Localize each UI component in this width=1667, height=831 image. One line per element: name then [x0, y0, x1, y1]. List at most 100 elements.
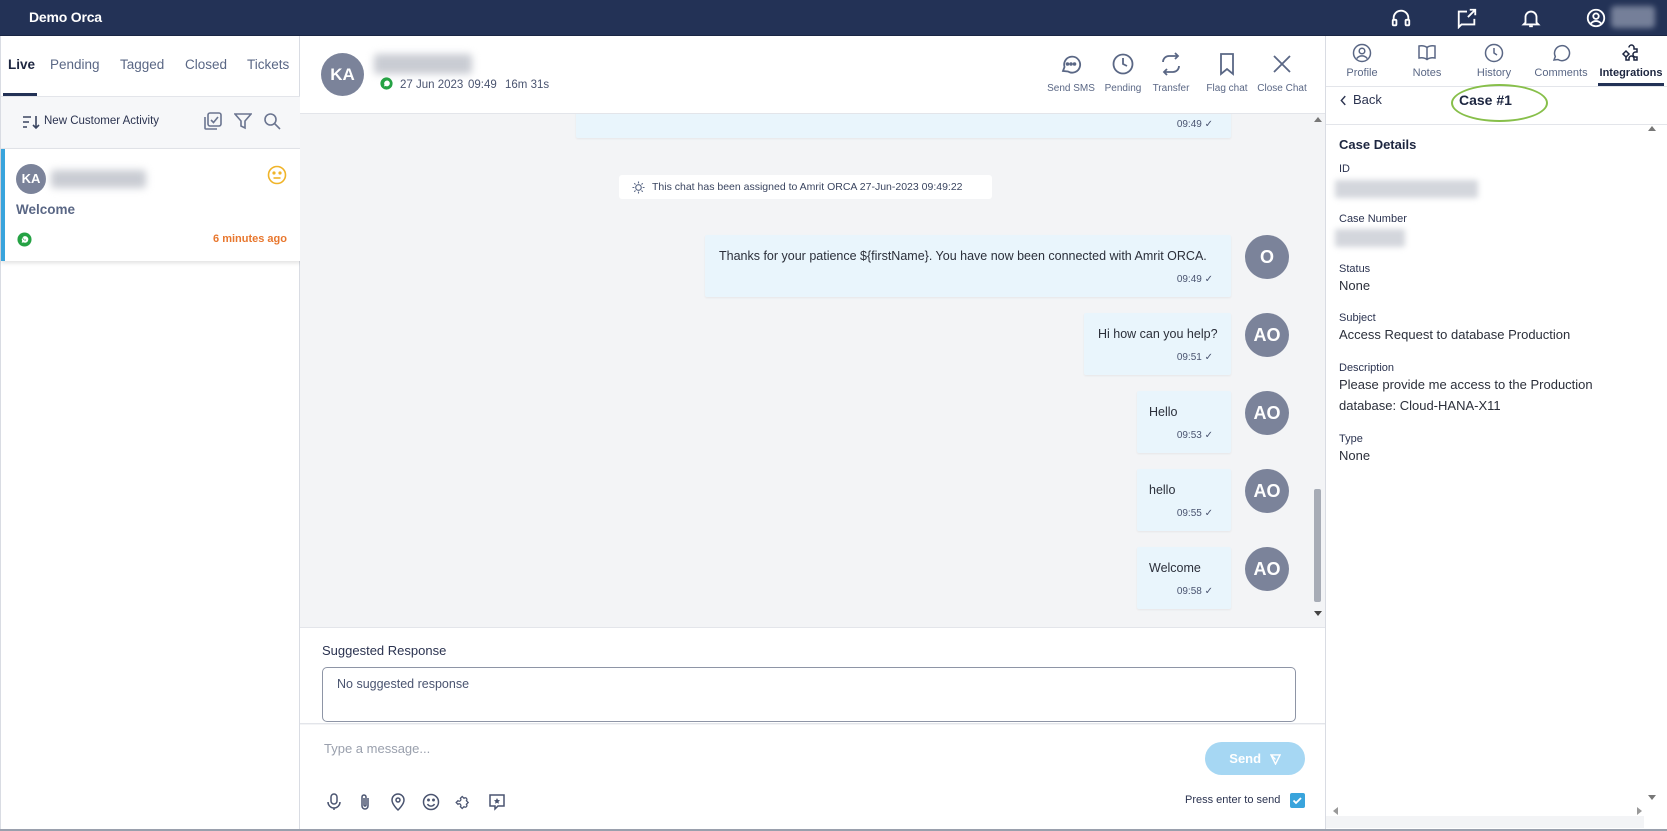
user-name-redacted — [1611, 6, 1655, 28]
send-label: Send — [1229, 751, 1262, 766]
message-time: 09:51 ✓ — [1176, 352, 1213, 363]
transfer-button[interactable]: Transfer — [1143, 52, 1199, 94]
tab-integrations[interactable]: Integrations — [1598, 43, 1664, 79]
customer-info-panel: Profile Notes History Comments Integrati… — [1325, 36, 1667, 831]
headset-icon[interactable] — [1390, 7, 1412, 29]
description-value-line1: Please provide me access to the Producti… — [1339, 377, 1593, 392]
search-icon[interactable] — [263, 112, 281, 130]
close-chat-label: Close Chat — [1257, 83, 1307, 94]
message-bubble: Hi how can you help? 09:51 ✓ — [1084, 313, 1231, 375]
close-chat-button[interactable]: Close Chat — [1254, 52, 1310, 94]
tab-notes[interactable]: Notes — [1394, 43, 1460, 79]
message-input[interactable] — [324, 741, 1104, 756]
message-text: Thanks for your patience ${firstName}. Y… — [719, 249, 1207, 263]
tab-history[interactable]: History — [1461, 43, 1527, 79]
system-note: This chat has been assigned to Amrit ORC… — [619, 175, 992, 199]
system-note-text: This chat has been assigned to Amrit ORC… — [652, 181, 963, 193]
message-text: Hello — [1149, 405, 1178, 419]
brand-title: Demo Orca — [29, 9, 102, 25]
description-label: Description — [1339, 362, 1395, 374]
tab-closed[interactable]: Closed — [185, 57, 227, 72]
agent-avatar: AO — [1245, 391, 1289, 435]
active-tab-indicator — [3, 93, 37, 96]
filter-bar: New Customer Activity — [1, 97, 301, 149]
send-sms-button[interactable]: Send SMS — [1043, 52, 1099, 94]
agent-avatar: AO — [1245, 313, 1289, 357]
sort-icon[interactable] — [22, 114, 40, 130]
case-details-title: Case Details — [1339, 137, 1417, 152]
tab-tagged[interactable]: Tagged — [120, 57, 164, 72]
scroll-down-arrow[interactable] — [1314, 611, 1322, 616]
message-text: hello — [1149, 483, 1176, 497]
checkmark-icon — [1292, 797, 1302, 805]
last-message: Welcome — [16, 202, 76, 217]
bookmark-icon — [1220, 53, 1234, 76]
send-sms-label: Send SMS — [1047, 83, 1095, 94]
tab-comments[interactable]: Comments — [1528, 43, 1594, 79]
tab-live[interactable]: Live — [8, 57, 35, 72]
last-activity-time: 6 minutes ago — [213, 233, 287, 245]
clock-icon — [1112, 53, 1134, 75]
case-details: Case Details ID Case Number Status None … — [1326, 125, 1656, 825]
enter-to-send-label: Press enter to send — [1185, 794, 1281, 806]
select-all-icon[interactable] — [204, 112, 222, 130]
sort-label[interactable]: New Customer Activity — [44, 115, 159, 127]
details-scroll-right-arrow[interactable] — [1637, 807, 1642, 815]
suggested-response-box[interactable]: No suggested response — [322, 667, 1296, 722]
message-bubble: Welcome 09:58 ✓ — [1137, 547, 1231, 609]
case-number-label: Case Number — [1339, 213, 1407, 225]
message-bubble: Thanks for your patience ${firstName}. Y… — [705, 235, 1231, 297]
case-number-redacted — [1335, 229, 1405, 247]
export-chat-icon[interactable] — [1456, 7, 1478, 29]
comment-icon — [1552, 44, 1571, 62]
status-label: Status — [1339, 263, 1371, 275]
active-chat-bar — [1, 149, 5, 261]
chat-start-time: 09:49 — [468, 79, 497, 91]
flag-chat-button[interactable]: Flag chat — [1199, 52, 1255, 94]
location-pin-icon[interactable] — [389, 793, 407, 811]
tab-pending[interactable]: Pending — [50, 57, 100, 72]
avatar: KA — [16, 164, 46, 194]
attachment-icon[interactable] — [356, 793, 374, 811]
details-scroll-left-arrow[interactable] — [1333, 807, 1338, 815]
sun-icon — [632, 181, 645, 194]
details-scroll-down-arrow[interactable] — [1648, 795, 1656, 800]
details-scroll-up-arrow[interactable] — [1648, 126, 1656, 131]
canned-response-icon[interactable] — [488, 793, 506, 811]
scrollbar-thumb[interactable] — [1314, 489, 1321, 602]
profile-icon — [1352, 43, 1372, 63]
transfer-arrows-icon — [1162, 52, 1180, 76]
back-button[interactable]: Back — [1340, 92, 1382, 107]
book-icon — [1418, 45, 1436, 61]
filter-icon[interactable] — [234, 112, 252, 130]
subject-label: Subject — [1339, 312, 1376, 324]
agent-avatar: AO — [1245, 547, 1289, 591]
chat-status-tabs: Live Pending Tagged Closed Tickets — [1, 36, 301, 97]
message-list[interactable]: 09:49 ✓ This chat has been assigned to A… — [300, 114, 1325, 627]
microphone-icon[interactable] — [325, 793, 343, 811]
back-label: Back — [1353, 92, 1382, 107]
message-bubble: Hello 09:53 ✓ — [1137, 391, 1231, 453]
agent-avatar: AO — [1245, 469, 1289, 513]
tab-profile[interactable]: Profile — [1329, 43, 1395, 79]
tab-tickets[interactable]: Tickets — [247, 57, 289, 72]
enter-to-send-checkbox[interactable] — [1290, 793, 1305, 808]
bell-icon[interactable] — [1520, 7, 1542, 29]
case-title: Case #1 — [1459, 92, 1512, 108]
customer-name-redacted — [374, 54, 472, 74]
details-horizontal-scrollbar[interactable] — [1326, 816, 1644, 828]
clock-icon — [1484, 43, 1504, 63]
close-icon — [1273, 55, 1291, 73]
puzzle-icon[interactable] — [455, 793, 473, 811]
emoji-icon[interactable] — [422, 793, 440, 811]
suggested-response-title: Suggested Response — [322, 643, 447, 658]
chat-list-item[interactable]: KA Welcome 6 minutes ago — [1, 149, 301, 261]
status-value: None — [1339, 278, 1371, 293]
message-scrollbar[interactable] — [1312, 114, 1323, 619]
chat-duration: 16m 31s — [505, 79, 550, 91]
chevron-left-icon — [1340, 95, 1346, 106]
user-account-icon[interactable] — [1585, 7, 1607, 29]
message-time: 09:55 ✓ — [1176, 508, 1213, 519]
send-button[interactable]: Send — [1205, 742, 1305, 775]
transfer-label: Transfer — [1152, 83, 1190, 94]
